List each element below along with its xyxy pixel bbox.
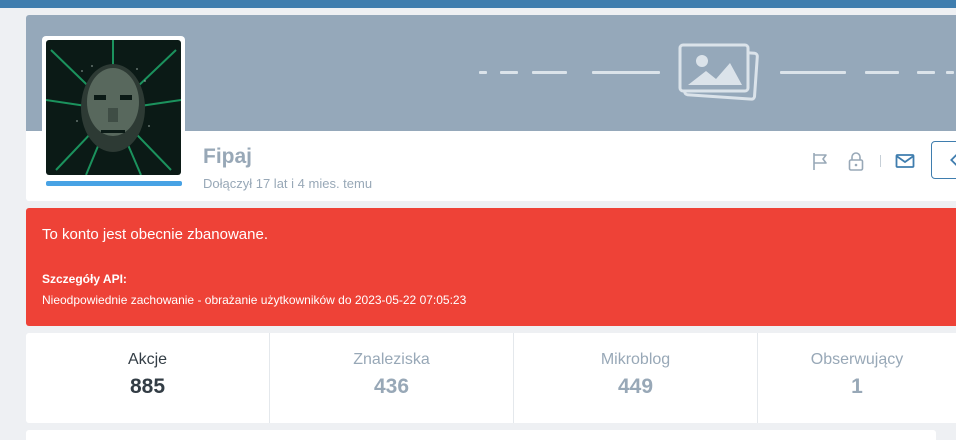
ban-details-label: Szczegóły API: xyxy=(42,272,127,286)
stat-actions[interactable]: Akcje 885 xyxy=(26,333,270,423)
avatar-frame xyxy=(42,36,185,179)
stat-microblog[interactable]: Mikroblog 449 xyxy=(514,333,758,423)
avatar[interactable] xyxy=(46,40,181,175)
cover-decoration xyxy=(592,71,660,74)
image-placeholder-icon xyxy=(678,43,759,101)
cover-decoration xyxy=(865,71,899,74)
cover-decoration xyxy=(532,71,567,74)
cover-decoration xyxy=(780,71,846,74)
stat-label: Mikroblog xyxy=(600,351,671,368)
cover-decoration xyxy=(917,71,935,74)
profile-username: Fipaj xyxy=(203,145,253,168)
cover-decoration xyxy=(500,71,518,74)
ban-details-value: Nieodpowiednie zachowanie - obrażanie uż… xyxy=(42,293,467,307)
ban-title: To konto jest obecnie zbanowane. xyxy=(42,226,268,243)
lock-icon[interactable] xyxy=(845,150,867,172)
content-card xyxy=(26,430,936,440)
stat-value: 885 xyxy=(129,375,166,398)
stat-value: 436 xyxy=(373,375,410,398)
ban-notice: To konto jest obecnie zbanowane. Szczegó… xyxy=(26,208,956,326)
stat-label: Obserwujący xyxy=(810,351,904,368)
stat-value: 449 xyxy=(617,375,654,398)
stat-value: 1 xyxy=(851,375,863,398)
stat-label: Akcje xyxy=(127,351,168,368)
top-navigation-bar xyxy=(0,0,956,8)
chevron-left-icon xyxy=(950,154,956,166)
stat-findings[interactable]: Znaleziska 436 xyxy=(270,333,514,423)
cover-decoration xyxy=(479,71,487,74)
stat-label: Znaleziska xyxy=(353,351,430,368)
profile-joined-date: Dołączył 17 lat i 4 mies. temu xyxy=(203,176,373,191)
avatar-color-bar xyxy=(46,181,182,186)
action-divider xyxy=(880,155,881,167)
flag-icon[interactable] xyxy=(809,150,831,172)
profile-stats: Akcje 885 Znaleziska 436 Mikroblog 449 O… xyxy=(26,333,956,423)
stat-followers[interactable]: Obserwujący 1 xyxy=(758,333,956,423)
more-options-button[interactable] xyxy=(931,141,956,179)
cover-decoration xyxy=(946,71,954,74)
mail-icon[interactable] xyxy=(894,150,916,172)
